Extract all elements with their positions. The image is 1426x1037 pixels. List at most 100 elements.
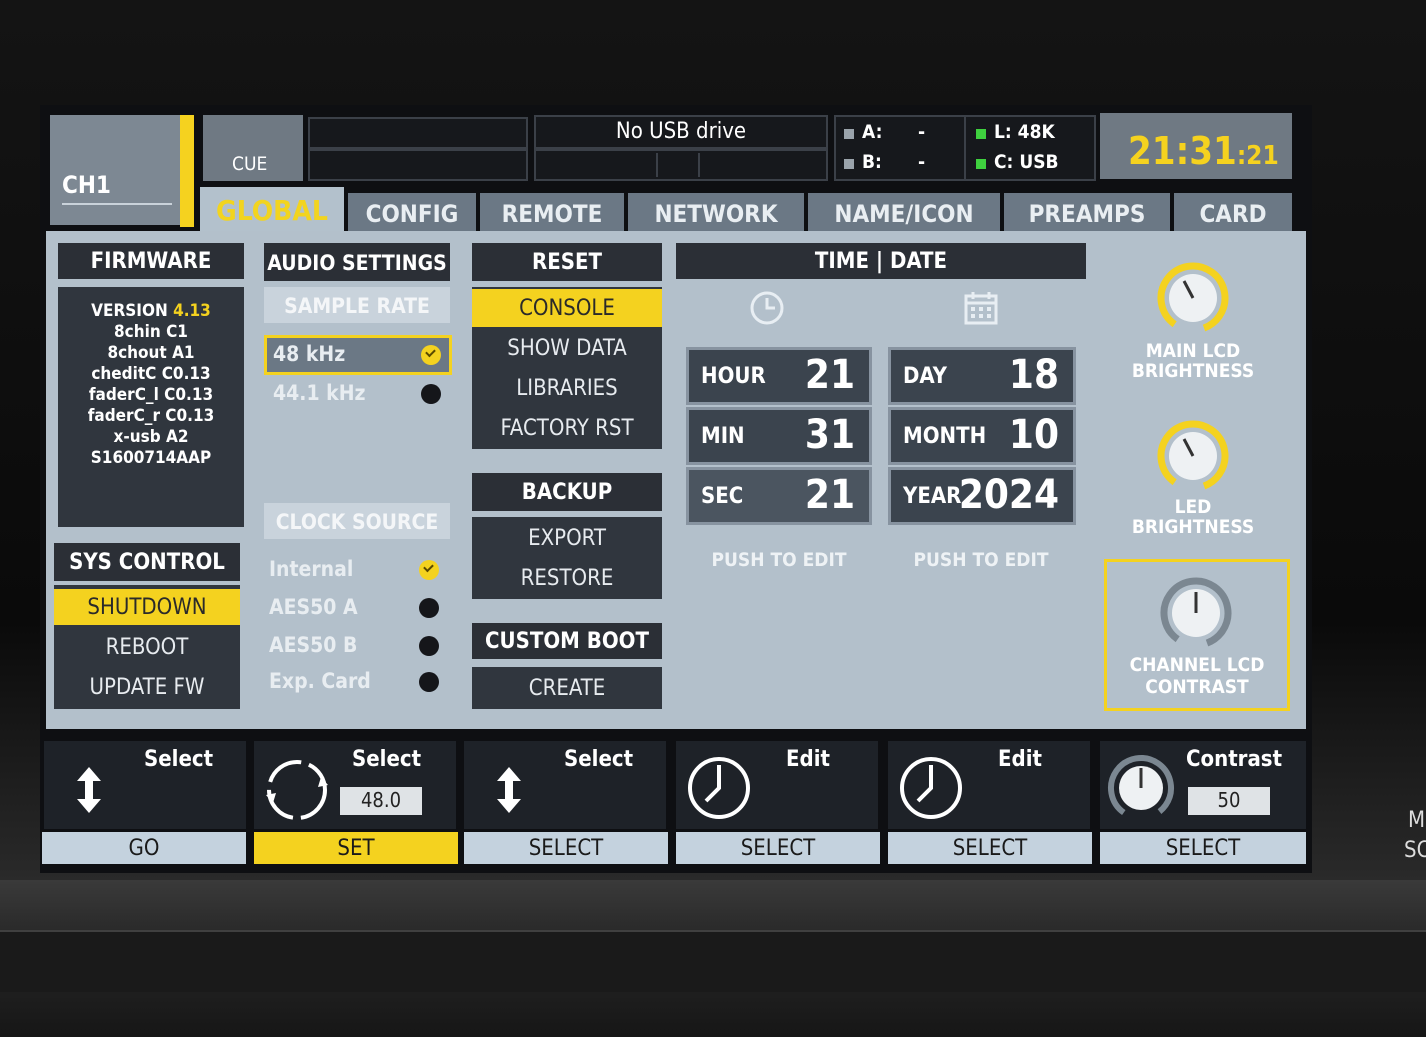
min-field[interactable]: MIN 31 — [686, 407, 872, 465]
month-label: MONTH — [903, 424, 987, 449]
firmware-serial: S1600714AAP — [90, 448, 212, 468]
encoder-2-title: Select — [352, 747, 422, 772]
radio-icon — [419, 672, 439, 692]
encoder-2[interactable]: Select 48.0 — [254, 741, 456, 829]
sync-status: L: 48K C: USB — [964, 115, 1096, 181]
push-to-edit-date: PUSH TO EDIT — [913, 549, 1049, 571]
reboot-button[interactable]: REBOOT — [54, 629, 240, 665]
sample-rate-44-label: 44.1 kHz — [273, 381, 366, 405]
usb-lower-bar — [534, 149, 828, 181]
day-field[interactable]: DAY 18 — [888, 347, 1076, 405]
tab-network[interactable]: NETWORK — [628, 193, 804, 233]
select-button-5[interactable]: SELECT — [888, 832, 1092, 864]
radio-icon — [421, 384, 441, 404]
clock-expcard[interactable]: Exp. Card — [267, 665, 449, 699]
year-label: YEAR — [903, 484, 962, 509]
clock-expcard-label: Exp. Card — [269, 669, 371, 693]
go-button[interactable]: GO — [42, 832, 246, 864]
clock-source-label: CLOCK SOURCE — [264, 503, 450, 539]
encoder-4-title: Edit — [786, 747, 830, 772]
tab-preamps[interactable]: PREAMPS — [1004, 193, 1170, 233]
device-bezel-bottom — [0, 880, 1426, 1037]
export-button[interactable]: EXPORT — [472, 519, 662, 557]
factory-reset-button[interactable]: FACTORY RST — [472, 409, 662, 447]
hour-label: HOUR — [701, 364, 766, 389]
push-to-edit-time: PUSH TO EDIT — [711, 549, 847, 571]
reset-console-button[interactable]: CONSOLE — [472, 289, 662, 327]
hour-field[interactable]: HOUR 21 — [686, 347, 872, 405]
channel-display[interactable]: CH1 — [50, 115, 180, 225]
cue-indicator: CUE — [203, 115, 303, 181]
clock-icon — [750, 291, 784, 325]
restore-button[interactable]: RESTORE — [472, 559, 662, 597]
shutdown-button[interactable]: SHUTDOWN — [54, 589, 240, 625]
month-field[interactable]: MONTH 10 — [888, 407, 1076, 465]
clock-internal-label: Internal — [269, 557, 354, 581]
clock-internal[interactable]: Internal — [267, 553, 449, 587]
tab-bar: GLOBAL CONFIG REMOTE NETWORK NAME/ICON P… — [200, 187, 1294, 235]
set-button[interactable]: SET — [254, 832, 458, 864]
contrast-knob-icon — [1108, 755, 1174, 821]
up-down-arrow-icon — [77, 767, 101, 813]
global-panel: FIRMWARE VERSION 4.13 8chin C1 8chout A1… — [46, 231, 1306, 729]
min-label: MIN — [701, 424, 745, 449]
led-brightness-knob[interactable] — [1156, 419, 1230, 493]
clock-dial-icon — [900, 757, 962, 819]
aes-status: A: - B: - — [834, 115, 968, 181]
clock-display: 21:31:21 — [1100, 113, 1292, 179]
encoder-4[interactable]: Edit — [676, 741, 878, 829]
sample-rate-value: 48.0 — [340, 787, 422, 815]
radio-icon — [419, 598, 439, 618]
rotate-icon — [266, 760, 328, 820]
clock-dial-icon — [688, 757, 750, 819]
sec-value: 21 — [804, 472, 855, 518]
sample-rate-44[interactable]: 44.1 kHz — [267, 377, 449, 411]
create-button[interactable]: CREATE — [472, 669, 662, 707]
lcd-screen: CH1 CUE No USB drive A: - B: - L: 48K C:… — [40, 105, 1312, 873]
year-value: 2024 — [958, 472, 1059, 518]
main-lcd-brightness-knob[interactable] — [1156, 261, 1230, 335]
sys-control-header: SYS CONTROL — [54, 543, 240, 581]
select-button-6[interactable]: SELECT — [1100, 832, 1306, 864]
b-value: - — [918, 151, 926, 173]
channel-lcd-contrast-box[interactable]: CHANNEL LCD CONTRAST — [1104, 559, 1290, 711]
reset-list: CONSOLE SHOW DATA LIBRARIES FACTORY RST — [472, 287, 662, 449]
reset-show-data-button[interactable]: SHOW DATA — [472, 329, 662, 367]
sample-rate-48[interactable]: 48 kHz — [264, 335, 452, 375]
encoder-3-title: Select — [564, 747, 634, 772]
tab-config[interactable]: CONFIG — [348, 193, 476, 233]
encoder-5[interactable]: Edit — [888, 741, 1090, 829]
main-lcd-brightness-label: MAIN LCD BRIGHTNESS — [1131, 340, 1255, 382]
l-status-icon — [976, 129, 986, 139]
side-text-m: M — [1408, 808, 1426, 833]
reset-header: RESET — [472, 243, 662, 281]
a-status-icon — [844, 129, 854, 139]
a-value: - — [918, 121, 926, 143]
year-field[interactable]: YEAR 2024 — [888, 467, 1076, 525]
a-label: A: — [862, 121, 883, 143]
reset-libraries-button[interactable]: LIBRARIES — [472, 369, 662, 407]
tab-remote[interactable]: REMOTE — [480, 193, 624, 233]
tab-card[interactable]: CARD — [1174, 193, 1292, 233]
firmware-info: VERSION 4.13 8chin C1 8chout A1 cheditC … — [58, 287, 244, 527]
encoder-3[interactable]: Select — [464, 741, 666, 829]
firmware-line: cheditC C0.13 — [91, 364, 211, 384]
update-fw-button[interactable]: UPDATE FW — [54, 669, 240, 705]
clock-aes50b[interactable]: AES50 B — [267, 629, 449, 663]
check-icon — [419, 560, 439, 580]
clock-aes50a[interactable]: AES50 A — [267, 591, 449, 625]
bezel-lip — [0, 930, 1426, 992]
encoder-1[interactable]: Select — [44, 741, 246, 829]
backup-list: EXPORT RESTORE — [472, 517, 662, 599]
select-button-4[interactable]: SELECT — [676, 832, 880, 864]
firmware-line: 8chout A1 — [107, 343, 195, 363]
tab-name-icon[interactable]: NAME/ICON — [808, 193, 1000, 233]
sec-field[interactable]: SEC 21 — [686, 467, 872, 525]
clock-seconds: :21 — [1236, 141, 1279, 171]
firmware-version-value: 4.13 — [173, 301, 211, 321]
select-button-3[interactable]: SELECT — [464, 832, 668, 864]
sample-rate-48-label: 48 kHz — [273, 342, 346, 366]
tab-global[interactable]: GLOBAL — [200, 187, 344, 235]
meter-top — [308, 117, 528, 149]
encoder-6[interactable]: Contrast 50 — [1100, 741, 1306, 829]
